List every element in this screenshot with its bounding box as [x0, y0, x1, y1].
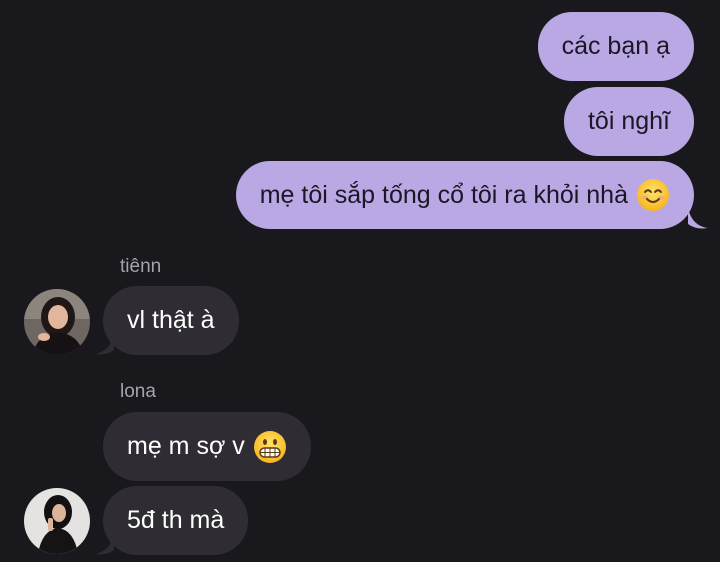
chat-thread[interactable]: các bạn ạ tôi nghĩ mẹ tôi sắp tống cổ tô…	[0, 0, 720, 562]
message-text: vl thật à	[127, 306, 215, 334]
sender-name: lona	[120, 381, 156, 402]
avatar[interactable]	[24, 488, 90, 554]
message-text: tôi nghĩ	[587, 107, 670, 135]
bubble-tail	[94, 534, 114, 555]
grimacing-face-icon	[253, 430, 286, 463]
incoming-message[interactable]: mẹ m sợ v	[103, 412, 311, 481]
smiling-face-icon	[637, 179, 669, 211]
incoming-message[interactable]: vl thật à	[103, 286, 239, 355]
incoming-message[interactable]: 5đ th mà	[103, 486, 249, 555]
avatar[interactable]	[24, 289, 90, 355]
avatar-photo	[24, 289, 90, 355]
bubble-tail	[94, 334, 114, 355]
message-text: 5đ th mà	[127, 506, 225, 534]
avatar-photo	[24, 488, 90, 554]
outgoing-message[interactable]: tôi nghĩ	[563, 87, 694, 156]
message-text: mẹ m sợ v	[127, 432, 245, 460]
bubble-tail	[688, 208, 708, 229]
message-text: mẹ tôi sắp tống cổ tôi ra khỏi nhà	[259, 180, 628, 209]
outgoing-message[interactable]: các bạn ạ	[537, 12, 694, 81]
sender-name: tiênn	[120, 256, 162, 277]
outgoing-message[interactable]: mẹ tôi sắp tống cổ tôi ra khỏi nhà	[235, 161, 694, 229]
message-text: các bạn ạ	[561, 32, 670, 60]
